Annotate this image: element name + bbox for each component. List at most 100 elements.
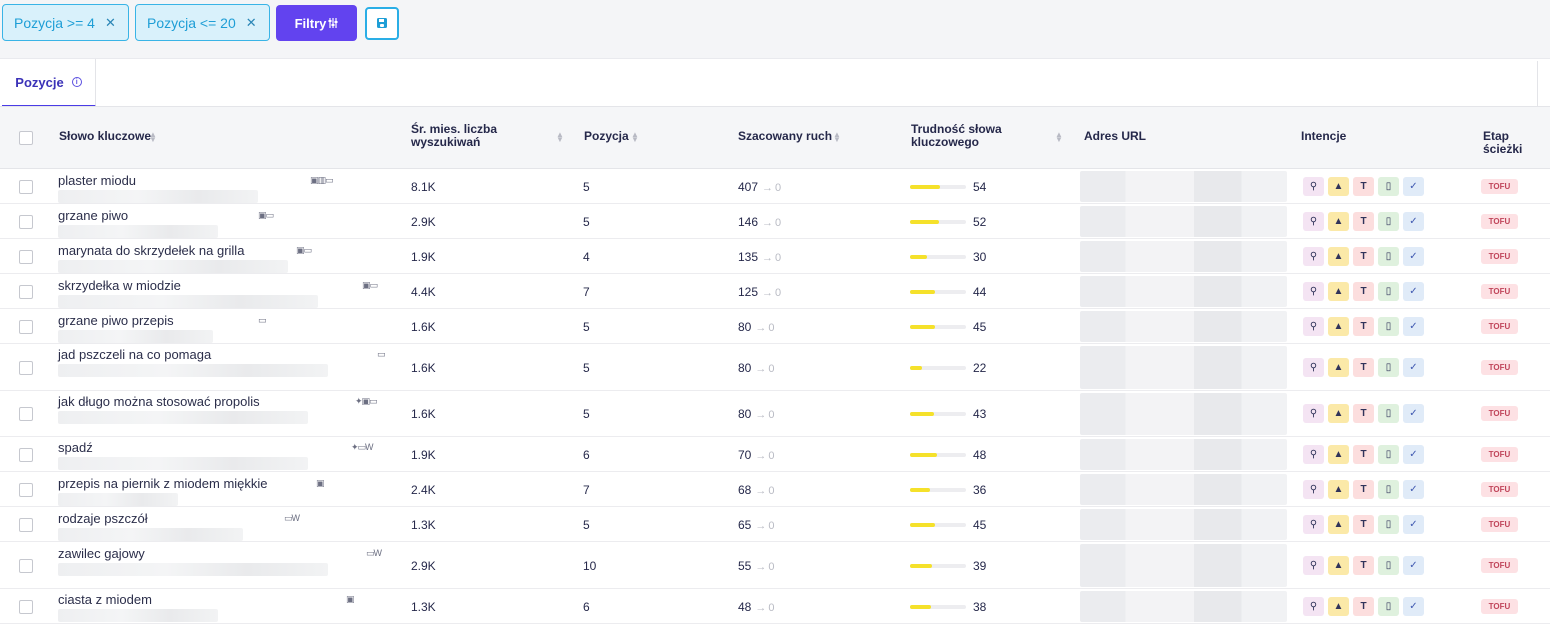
url-blurred[interactable]	[1080, 171, 1287, 202]
tree-icon[interactable]: ▲	[1328, 282, 1349, 301]
keyword-text[interactable]: grzane piwo przepis	[58, 313, 174, 328]
text-icon[interactable]: T	[1353, 597, 1374, 616]
tree-icon[interactable]: ▲	[1328, 445, 1349, 464]
table-row[interactable]: grzane piwo ▣▭ 2.9K 5 146 → 0 52 ⚲ ▲ T ▯ ✓ TOFU	[0, 204, 1550, 239]
tree-icon[interactable]: ▲	[1328, 247, 1349, 266]
text-icon[interactable]: T	[1353, 358, 1374, 377]
keyword-text[interactable]: ciasta z miodem	[58, 592, 152, 607]
header-position[interactable]: Pozycja	[584, 130, 629, 143]
phone-icon[interactable]: ▯	[1378, 317, 1399, 336]
table-row[interactable]: jad pszczeli na co pomaga ▭ 1.6K 5 80 → 0 22 ⚲ ▲ T…	[0, 344, 1550, 391]
row-checkbox[interactable]	[19, 407, 33, 421]
double-check-icon[interactable]: ✓	[1403, 317, 1424, 336]
keyword-text[interactable]: plaster miodu	[58, 173, 136, 188]
keyword-text[interactable]: spadź	[58, 440, 93, 455]
keyword-text[interactable]: grzane piwo	[58, 208, 128, 223]
sort-icon[interactable]: ▲ ▼	[833, 131, 841, 144]
tree-icon[interactable]: ▲	[1328, 480, 1349, 499]
text-icon[interactable]: T	[1353, 247, 1374, 266]
double-check-icon[interactable]: ✓	[1403, 480, 1424, 499]
text-icon[interactable]: T	[1353, 212, 1374, 231]
tree-icon[interactable]: ▲	[1328, 212, 1349, 231]
table-row[interactable]: marynata do skrzydełek na grilla ▣▭ 1.9K 4 1…	[0, 239, 1550, 274]
double-check-icon[interactable]: ✓	[1403, 556, 1424, 575]
text-icon[interactable]: T	[1353, 515, 1374, 534]
person-search-icon[interactable]: ⚲	[1303, 480, 1324, 499]
tab-positions[interactable]: Pozycje i	[2, 59, 96, 107]
double-check-icon[interactable]: ✓	[1403, 445, 1424, 464]
tree-icon[interactable]: ▲	[1328, 556, 1349, 575]
row-checkbox[interactable]	[19, 483, 33, 497]
header-difficulty[interactable]: Trudność słowa kluczowego	[911, 123, 1002, 149]
person-search-icon[interactable]: ⚲	[1303, 212, 1324, 231]
url-blurred[interactable]	[1080, 311, 1287, 342]
close-icon[interactable]: ✕	[105, 15, 116, 31]
select-all-checkbox[interactable]	[19, 131, 33, 145]
table-row[interactable]: grzane piwo przepis ▭ 1.6K 5 80 → 0 45 ⚲ ▲ T ▯ ✓ TOFU	[0, 309, 1550, 344]
double-check-icon[interactable]: ✓	[1403, 247, 1424, 266]
tree-icon[interactable]: ▲	[1328, 317, 1349, 336]
url-blurred[interactable]	[1080, 591, 1287, 622]
text-icon[interactable]: T	[1353, 177, 1374, 196]
sort-icon[interactable]: ▲ ▼	[556, 131, 564, 144]
tree-icon[interactable]: ▲	[1328, 358, 1349, 377]
url-blurred[interactable]	[1080, 544, 1287, 587]
double-check-icon[interactable]: ✓	[1403, 358, 1424, 377]
row-checkbox[interactable]	[19, 559, 33, 573]
url-blurred[interactable]	[1080, 393, 1287, 435]
text-icon[interactable]: T	[1353, 556, 1374, 575]
keyword-text[interactable]: jad pszczeli na co pomaga	[58, 347, 211, 362]
phone-icon[interactable]: ▯	[1378, 247, 1399, 266]
table-row[interactable]: rodzaje pszczół ▭W 1.3K 5 65 → 0 45 ⚲ ▲ T ▯ ✓ TOFU	[0, 507, 1550, 542]
row-checkbox[interactable]	[19, 361, 33, 375]
person-search-icon[interactable]: ⚲	[1303, 404, 1324, 423]
double-check-icon[interactable]: ✓	[1403, 515, 1424, 534]
row-checkbox[interactable]	[19, 448, 33, 462]
table-row[interactable]: jak długo można stosować propolis ✦▣▭ 1.6K…	[0, 391, 1550, 437]
url-blurred[interactable]	[1080, 474, 1287, 505]
double-check-icon[interactable]: ✓	[1403, 177, 1424, 196]
text-icon[interactable]: T	[1353, 282, 1374, 301]
tree-icon[interactable]: ▲	[1328, 177, 1349, 196]
table-row[interactable]: ciasta z miodem ▣ 1.3K 6 48 → 0 38 ⚲ ▲ T ▯ ✓ TOFU	[0, 589, 1550, 624]
url-blurred[interactable]	[1080, 206, 1287, 237]
row-checkbox[interactable]	[19, 285, 33, 299]
row-checkbox[interactable]	[19, 215, 33, 229]
url-blurred[interactable]	[1080, 346, 1287, 389]
phone-icon[interactable]: ▯	[1378, 212, 1399, 231]
filter-chip-position-min[interactable]: Pozycja >= 4 ✕	[2, 4, 129, 41]
text-icon[interactable]: T	[1353, 445, 1374, 464]
save-button[interactable]	[365, 7, 399, 40]
filters-button[interactable]: Filtry	[276, 5, 357, 41]
row-checkbox[interactable]	[19, 180, 33, 194]
filter-chip-position-max[interactable]: Pozycja <= 20 ✕	[135, 4, 270, 41]
header-traffic[interactable]: Szacowany ruch	[738, 130, 832, 143]
text-icon[interactable]: T	[1353, 404, 1374, 423]
person-search-icon[interactable]: ⚲	[1303, 177, 1324, 196]
tree-icon[interactable]: ▲	[1328, 597, 1349, 616]
person-search-icon[interactable]: ⚲	[1303, 515, 1324, 534]
phone-icon[interactable]: ▯	[1378, 358, 1399, 377]
tree-icon[interactable]: ▲	[1328, 515, 1349, 534]
double-check-icon[interactable]: ✓	[1403, 597, 1424, 616]
phone-icon[interactable]: ▯	[1378, 177, 1399, 196]
table-row[interactable]: zawilec gajowy ▭W 2.9K 10 55 → 0 39 ⚲ ▲ T ▯ ✓ TOFU	[0, 542, 1550, 589]
table-row[interactable]: skrzydełka w miodzie ▣▭ 4.4K 7 125 → 0 44 ⚲ ▲ T ▯ ✓ T…	[0, 274, 1550, 309]
double-check-icon[interactable]: ✓	[1403, 212, 1424, 231]
person-search-icon[interactable]: ⚲	[1303, 247, 1324, 266]
phone-icon[interactable]: ▯	[1378, 445, 1399, 464]
double-check-icon[interactable]: ✓	[1403, 404, 1424, 423]
phone-icon[interactable]: ▯	[1378, 282, 1399, 301]
keyword-text[interactable]: jak długo można stosować propolis	[58, 394, 260, 409]
person-search-icon[interactable]: ⚲	[1303, 597, 1324, 616]
url-blurred[interactable]	[1080, 241, 1287, 272]
phone-icon[interactable]: ▯	[1378, 480, 1399, 499]
phone-icon[interactable]: ▯	[1378, 597, 1399, 616]
phone-icon[interactable]: ▯	[1378, 556, 1399, 575]
person-search-icon[interactable]: ⚲	[1303, 282, 1324, 301]
text-icon[interactable]: T	[1353, 480, 1374, 499]
row-checkbox[interactable]	[19, 518, 33, 532]
header-volume[interactable]: Śr. mies. liczba wyszukiwań	[411, 123, 497, 149]
info-icon[interactable]: i	[71, 77, 82, 87]
person-search-icon[interactable]: ⚲	[1303, 358, 1324, 377]
